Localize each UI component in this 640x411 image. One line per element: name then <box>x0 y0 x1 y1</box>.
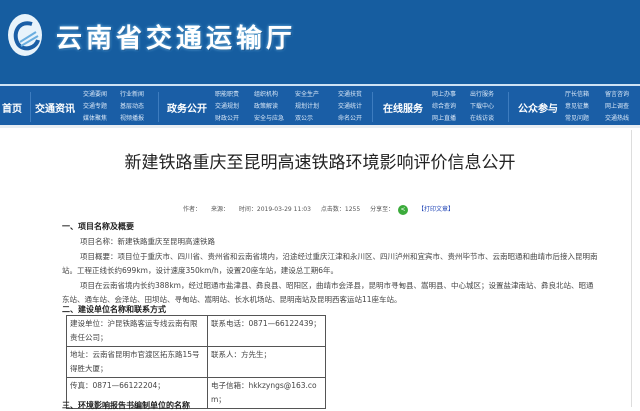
nav-public[interactable]: 公众参与 <box>518 100 558 115</box>
nav-link[interactable]: 网上办事 <box>432 89 456 101</box>
nav-link[interactable]: 基层动态 <box>120 101 144 113</box>
table-cell: 联系电话：0871—66122439； <box>207 315 326 347</box>
paragraph: 站。工程正线长约699km，设计速度350km/h，设置20座车站，建设总工期6… <box>62 266 339 275</box>
section-heading: 三、环境影响报告书编制单位的名称 <box>62 401 190 410</box>
nav-divider <box>158 92 159 122</box>
nav-link[interactable]: 交通统计 <box>338 101 362 113</box>
nav-link[interactable]: 出行服务 <box>470 89 494 101</box>
source: 来源： <box>210 206 229 213</box>
article-title: 新建铁路重庆至昆明高速铁路环境影响评价信息公开 <box>124 153 516 173</box>
nav-sub-column: 厅长信箱 意见征集 常见问题 <box>565 89 589 125</box>
table-cell: 电子信箱：hkkzyngs@163.com； <box>207 377 326 409</box>
nav-sub-column: 组织机构 政策解读 安全与应急 <box>254 89 284 125</box>
nav-sub-column: 网上办事 综合查询 网上直播 <box>432 89 456 125</box>
nav-link[interactable]: 在线访谈 <box>470 113 494 125</box>
paragraph: 项目在云南省境内长约388km，经过昭通市盐津县、彝良县、昭阳区，曲靖市会泽县，… <box>80 281 594 290</box>
nav-online[interactable]: 在线服务 <box>383 100 423 115</box>
share-label: 分享至： <box>370 206 395 213</box>
nav-link[interactable]: 交通要闻 <box>83 89 107 101</box>
logo-icon <box>8 14 42 56</box>
nav-link[interactable]: 留言咨询 <box>605 89 629 101</box>
nav-link[interactable]: 职能职责 <box>215 89 239 101</box>
nav-link[interactable]: 组织机构 <box>254 89 284 101</box>
nav-sub-column: 交通要闻 交通专题 媒体聚焦 <box>83 89 107 125</box>
nav-sub-column: 安全生产 规划计划 双公示 <box>295 89 319 125</box>
nav-link[interactable]: 交通扶贫 <box>338 89 362 101</box>
nav-link[interactable]: 命名公开 <box>338 113 362 125</box>
main-nav: 首页 交通资讯 交通要闻 交通专题 媒体聚焦 行业新闻 基层动态 视频播报 政务公开 职… <box>0 86 640 128</box>
nav-sub-column: 职能职责 交通规划 财政公开 <box>215 89 239 125</box>
nav-link[interactable]: 财政公开 <box>215 113 239 125</box>
nav-sub-column: 交通扶贫 交通统计 命名公开 <box>338 89 362 125</box>
table-row: 建设单位：沪昆铁路客运专线云南有限责任公司； 联系电话：0871—66122439… <box>66 315 326 347</box>
table-row: 地址：云南省昆明市官渡区拓东路15号得胜大厦； 联系人：方先生； <box>66 346 326 378</box>
nav-link[interactable]: 行业新闻 <box>120 89 144 101</box>
share-icon[interactable]: < <box>398 204 409 215</box>
nav-link[interactable]: 厅长信箱 <box>565 89 589 101</box>
nav-link[interactable]: 媒体聚焦 <box>83 113 107 125</box>
section-heading: 一、项目名称及概要 <box>62 222 134 231</box>
nav-link[interactable]: 交通热线 <box>605 113 629 125</box>
nav-gov[interactable]: 政务公开 <box>167 100 207 115</box>
section-heading: 二、建设单位名称和联系方式 <box>62 305 166 314</box>
nav-link[interactable]: 综合查询 <box>432 101 456 113</box>
table-cell: 地址：云南省昆明市官渡区拓东路15号得胜大厦； <box>66 346 208 378</box>
nav-sub-column: 出行服务 下载中心 在线访谈 <box>470 89 494 125</box>
table-cell: 联系人：方先生； <box>207 346 326 378</box>
nav-link[interactable]: 安全与应急 <box>254 113 284 125</box>
nav-divider <box>508 92 509 122</box>
nav-link[interactable]: 交通规划 <box>215 101 239 113</box>
nav-link[interactable]: 网上直播 <box>432 113 456 125</box>
nav-link[interactable]: 视频播报 <box>120 113 144 125</box>
nav-divider <box>372 92 373 122</box>
paragraph: 项目概要：项目位于重庆市、四川省、贵州省和云南省境内，沿途经过重庆江津和永川区、… <box>80 252 598 261</box>
nav-link[interactable]: 安全生产 <box>295 89 319 101</box>
nav-home[interactable]: 首页 <box>2 100 22 115</box>
nav-link[interactable]: 政策解读 <box>254 101 284 113</box>
nav-link[interactable]: 常见问题 <box>565 113 589 125</box>
print-link[interactable]: 【打印文章】 <box>418 206 454 213</box>
author: 作者： <box>183 206 202 213</box>
publish-time: 时间：2019-03-29 11:03 <box>238 206 311 213</box>
paragraph: 项目名称：新建铁路重庆至昆明高速铁路 <box>80 237 215 246</box>
nav-link[interactable]: 双公示 <box>295 113 319 125</box>
site-header: 云南省交通运输厅 <box>0 0 640 84</box>
nav-news[interactable]: 交通资讯 <box>35 100 75 115</box>
table-cell: 建设单位：沪昆铁路客运专线云南有限责任公司； <box>66 315 208 347</box>
nav-link[interactable]: 规划计划 <box>295 101 319 113</box>
nav-sub-column: 留言咨询 网上调查 交通热线 <box>605 89 629 125</box>
nav-link[interactable]: 网上调查 <box>605 101 629 113</box>
article-meta: 作者： 来源： 时间：2019-03-29 11:03 点击数：1255 分享至… <box>183 204 462 215</box>
contact-table: 建设单位：沪昆铁路客运专线云南有限责任公司； 联系电话：0871—66122439… <box>66 315 326 409</box>
nav-sub-column: 行业新闻 基层动态 视频播报 <box>120 89 144 125</box>
site-title: 云南省交通运输厅 <box>56 24 297 54</box>
nav-link[interactable]: 下载中心 <box>470 101 494 113</box>
nav-link[interactable]: 意见征集 <box>565 101 589 113</box>
nav-link[interactable]: 交通专题 <box>83 101 107 113</box>
click-count: 点击数：1255 <box>320 206 361 213</box>
nav-divider <box>30 92 31 122</box>
